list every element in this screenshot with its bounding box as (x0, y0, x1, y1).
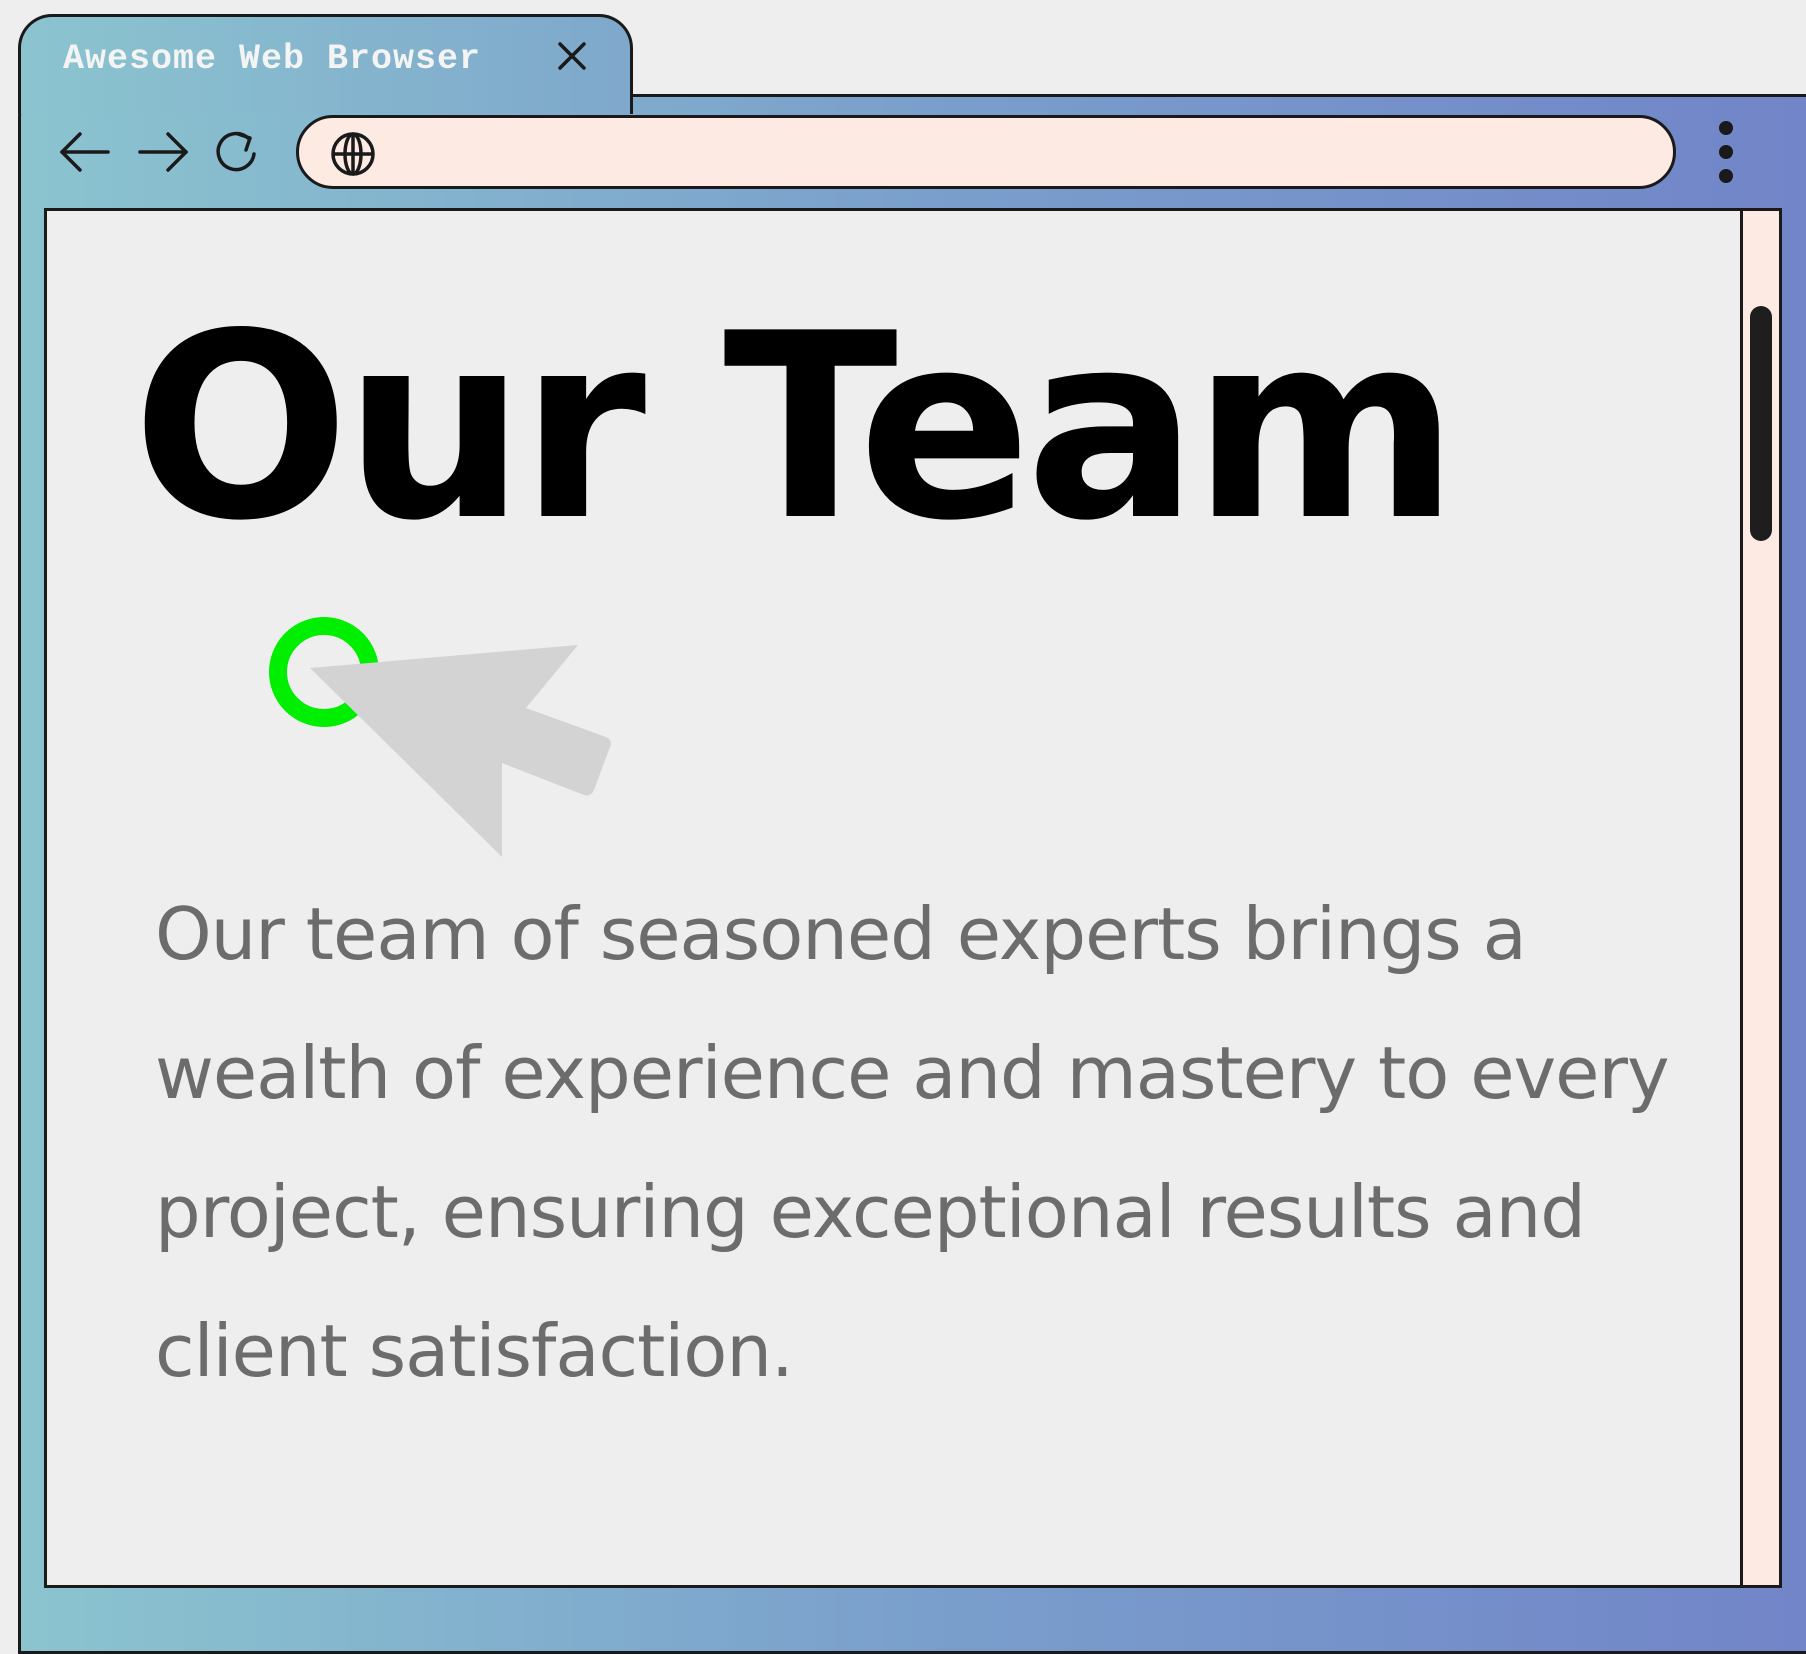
cursor-arrow-icon (310, 645, 611, 857)
close-icon[interactable] (552, 36, 592, 76)
tab-title: Awesome Web Browser (63, 39, 482, 79)
page-body-text: Our team of seasoned experts brings a we… (155, 892, 1670, 1393)
reload-icon[interactable] (210, 126, 262, 178)
url-input[interactable] (389, 126, 1633, 180)
arrow-right-icon[interactable] (134, 128, 192, 176)
kebab-menu-icon[interactable] (1716, 118, 1736, 188)
scrollbar-thumb[interactable] (1750, 306, 1772, 541)
address-bar[interactable] (296, 115, 1676, 189)
scrollbar-track[interactable] (1740, 208, 1782, 1588)
page-heading: Our Team (132, 279, 1459, 577)
globe-icon (331, 132, 375, 176)
mouse-cursor-icon (269, 617, 611, 857)
browser-tab[interactable]: Awesome Web Browser (18, 14, 633, 114)
arrow-left-icon[interactable] (56, 128, 114, 176)
